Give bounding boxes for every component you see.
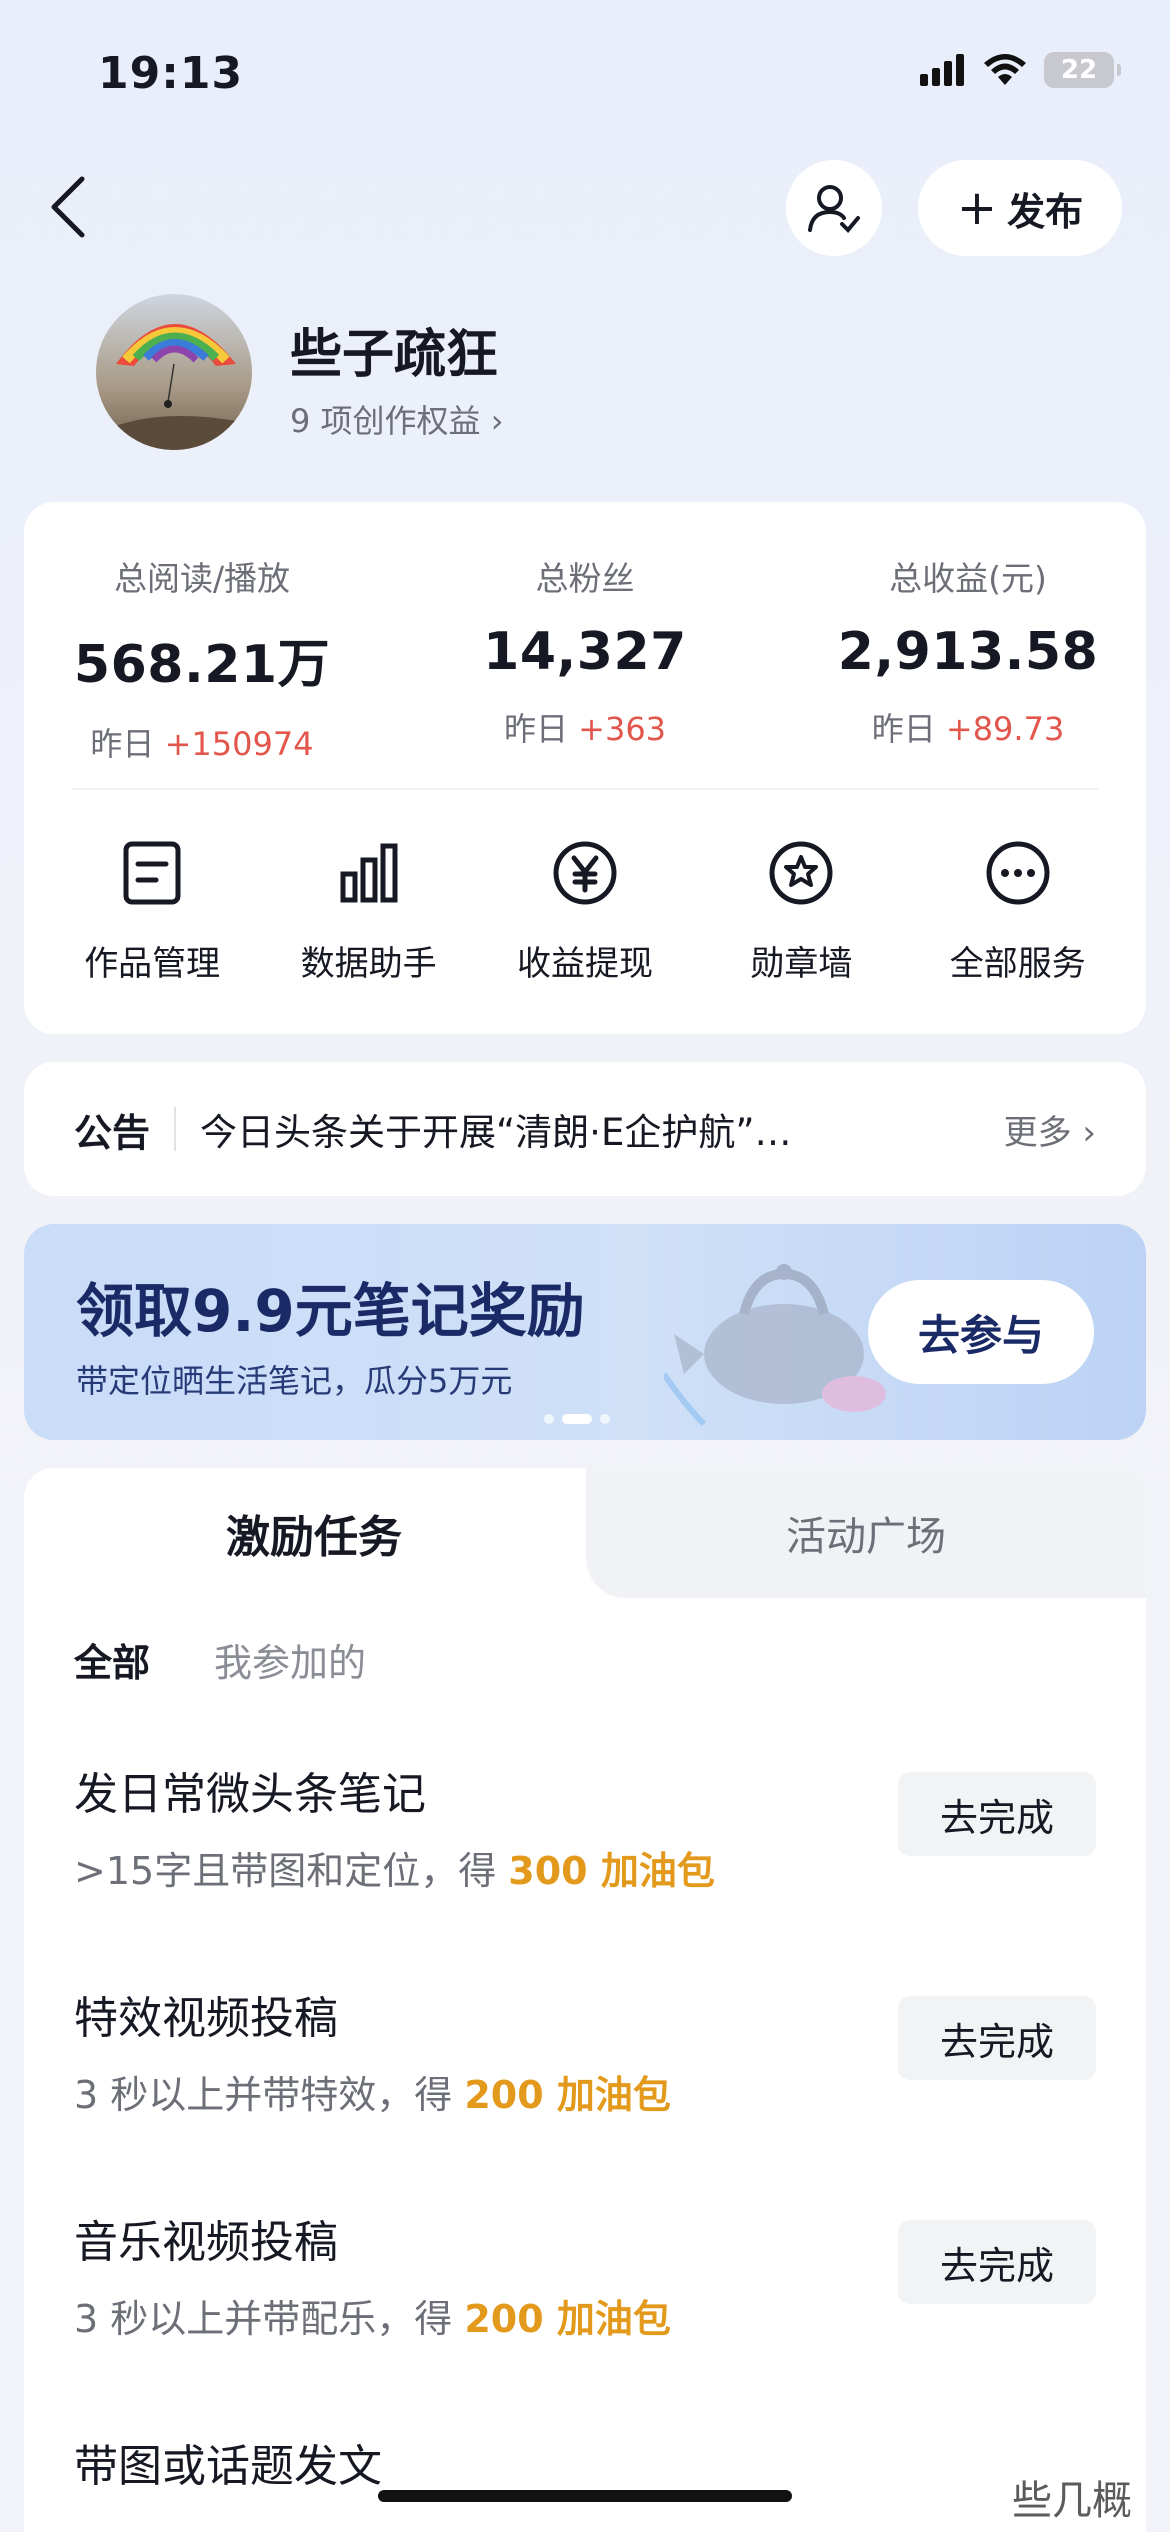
plus-icon: + bbox=[956, 180, 998, 236]
stat-value: 14,327 bbox=[483, 622, 687, 682]
creator-benefits-link[interactable]: 9 项创作权益 › bbox=[290, 396, 504, 442]
username: 些子疏狂 bbox=[290, 325, 499, 385]
watermark-text: 些几概 bbox=[1012, 2478, 1132, 2524]
carousel-dots bbox=[544, 1414, 610, 1424]
tab-incentive-tasks[interactable]: 激励任务 bbox=[24, 1468, 604, 1598]
badge-icon bbox=[766, 838, 836, 908]
service-label: 数据助手 bbox=[300, 944, 437, 984]
publish-label: 发布 bbox=[1007, 189, 1084, 234]
stats-card: 总阅读/播放 568.21万 昨日 +150974 总粉丝 14,327 昨日 … bbox=[24, 502, 1146, 1034]
carousel-dot bbox=[544, 1414, 554, 1424]
announcement-more-link[interactable]: 更多 › bbox=[1004, 1105, 1096, 1154]
stat-label: 总阅读/播放 bbox=[113, 559, 291, 598]
service-grid: 作品管理 数据助手 收益提现 勋章墙 全部服务 bbox=[24, 838, 1146, 985]
join-button[interactable]: 去参与 bbox=[868, 1280, 1094, 1384]
tab-activity-square[interactable]: 活动广场 bbox=[586, 1468, 1146, 1598]
service-label: 全部服务 bbox=[949, 944, 1086, 984]
announcement-text[interactable]: 今日头条关于开展“清朗·E企护航”… bbox=[200, 1102, 984, 1156]
chevron-left-icon bbox=[51, 176, 85, 238]
task-item: 带图或话题发文 bbox=[74, 2430, 1096, 2532]
stat-delta: 昨日 +89.73 bbox=[871, 710, 1065, 748]
filter-joined[interactable]: 我参加的 bbox=[214, 1632, 366, 1687]
status-time: 19:13 bbox=[98, 48, 244, 99]
more-icon bbox=[983, 838, 1053, 908]
service-all-services[interactable]: 全部服务 bbox=[918, 838, 1118, 985]
status-icons: 22 bbox=[920, 52, 1121, 88]
divider bbox=[72, 788, 1098, 790]
home-indicator bbox=[378, 2490, 792, 2502]
carousel-dot bbox=[600, 1414, 610, 1424]
banner-subtitle: 带定位晒生活笔记，瓜分5万元 bbox=[76, 1362, 513, 1400]
service-label: 收益提现 bbox=[516, 944, 653, 984]
stat-delta: 昨日 +150974 bbox=[90, 725, 314, 763]
user-check-icon bbox=[808, 185, 860, 233]
service-label: 作品管理 bbox=[84, 944, 221, 984]
task-item: 发日常微头条笔记 >15字且带图和定位，得 300 加油包 去完成 bbox=[74, 1758, 1096, 1918]
yen-icon bbox=[550, 838, 620, 908]
stat-delta: 昨日 +363 bbox=[503, 710, 667, 748]
stat-label: 总收益(元) bbox=[889, 559, 1047, 598]
complete-task-button[interactable]: 去完成 bbox=[898, 1996, 1096, 2080]
stat-value: 2,913.58 bbox=[837, 622, 1099, 682]
task-filters: 全部 我参加的 bbox=[74, 1632, 366, 1687]
service-works-management[interactable]: 作品管理 bbox=[52, 838, 252, 985]
stat-total-fans[interactable]: 总粉丝 14,327 昨日 +363 bbox=[415, 552, 755, 750]
battery-indicator: 22 bbox=[1044, 52, 1121, 88]
stat-total-income[interactable]: 总收益(元) 2,913.58 昨日 +89.73 bbox=[798, 552, 1138, 750]
carousel-dot-active bbox=[562, 1414, 592, 1424]
service-withdraw[interactable]: 收益提现 bbox=[485, 838, 685, 985]
paraglider-image bbox=[96, 324, 252, 450]
announcement-bar[interactable]: 公告 今日头条关于开展“清朗·E企护航”… 更多 › bbox=[24, 1062, 1146, 1196]
task-item: 音乐视频投稿 3 秒以上并带配乐，得 200 加油包 去完成 bbox=[74, 2206, 1096, 2366]
promo-banner[interactable]: 领取9.9元笔记奖励 带定位晒生活笔记，瓜分5万元 去参与 bbox=[24, 1224, 1146, 1440]
avatar[interactable] bbox=[96, 294, 252, 450]
task-title: 带图或话题发文 bbox=[74, 2441, 382, 2492]
document-icon bbox=[117, 838, 187, 908]
user-switch-button[interactable] bbox=[786, 160, 882, 256]
service-badge-wall[interactable]: 勋章墙 bbox=[701, 838, 901, 985]
task-item: 特效视频投稿 3 秒以上并带特效，得 200 加油包 去完成 bbox=[74, 1982, 1096, 2142]
stat-label: 总粉丝 bbox=[535, 559, 635, 598]
wifi-icon bbox=[984, 54, 1026, 85]
announcement-tag: 公告 bbox=[74, 1110, 151, 1155]
complete-task-button[interactable]: 去完成 bbox=[898, 1772, 1096, 1856]
signal-icon bbox=[920, 54, 964, 86]
complete-task-button[interactable]: 去完成 bbox=[898, 2220, 1096, 2304]
banner-title: 领取9.9元笔记奖励 bbox=[76, 1277, 585, 1345]
service-data-assistant[interactable]: 数据助手 bbox=[269, 838, 469, 985]
tasks-panel: 激励任务 活动广场 全部 我参加的 发日常微头条笔记 >15字且带图和定位，得 … bbox=[24, 1468, 1146, 2532]
publish-button[interactable]: + 发布 bbox=[918, 160, 1122, 256]
stat-total-views[interactable]: 总阅读/播放 568.21万 昨日 +150974 bbox=[32, 552, 372, 765]
filter-all[interactable]: 全部 bbox=[74, 1632, 150, 1687]
service-label: 勋章墙 bbox=[750, 944, 853, 984]
stat-value: 568.21万 bbox=[73, 635, 331, 695]
divider bbox=[174, 1107, 177, 1151]
bar-chart-icon bbox=[334, 838, 404, 908]
back-button[interactable] bbox=[48, 172, 98, 242]
